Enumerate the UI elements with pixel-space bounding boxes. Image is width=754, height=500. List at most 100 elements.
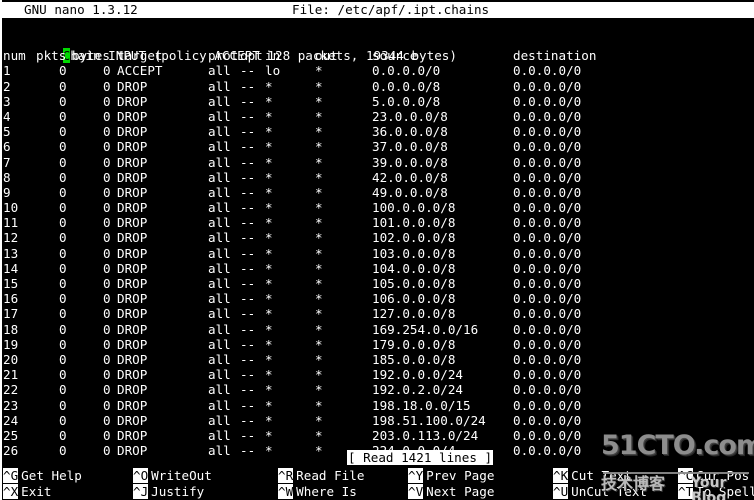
shortcut-cut-text[interactable]: ^K Cut Text: [553, 468, 632, 483]
rule-in: lo: [265, 63, 281, 79]
rule-in: *: [265, 397, 273, 413]
rule-pkts: 0: [59, 412, 67, 428]
rule-bytes: 0: [103, 230, 111, 246]
rule-pkts: 0: [59, 154, 67, 170]
rule-bytes: 0: [103, 93, 111, 109]
rule-row: 20 0 0 DROP all -- * * 185.0.0.0/8 0.0.0.0/0: [2, 352, 754, 367]
rule-target: DROP: [117, 412, 148, 428]
rule-destination: 0.0.0.0/0: [513, 230, 582, 246]
rule-num: 17: [3, 306, 19, 322]
rule-bytes: 0: [103, 78, 111, 94]
rule-prot: all: [208, 245, 231, 261]
shortcut-label: Justify: [151, 484, 205, 499]
rule-target: DROP: [117, 321, 148, 337]
rule-bytes: 0: [103, 108, 111, 124]
rule-bytes: 0: [103, 336, 111, 352]
rule-row: 1 0 0 ACCEPT all -- lo * 0.0.0.0/0 0.0.0.0/0: [2, 63, 754, 78]
rule-source: 5.0.0.0/8: [372, 93, 441, 109]
rule-bytes: 0: [103, 154, 111, 170]
shortcut-key: ^T: [678, 484, 694, 499]
rule-in: *: [265, 427, 273, 443]
rule-num: 13: [3, 245, 19, 261]
rule-bytes: 0: [103, 412, 111, 428]
column-header-in: in: [265, 48, 281, 64]
rule-row: 25 0 0 DROP all -- * * 203.0.113.0/24 0.0.0.0/0: [2, 428, 754, 443]
rule-row: 19 0 0 DROP all -- * * 179.0.0.0/8 0.0.0.0/0: [2, 337, 754, 352]
shortcut-to-spell[interactable]: ^T To Spell: [678, 484, 754, 499]
rule-destination: 0.0.0.0/0: [513, 291, 582, 307]
shortcut-key: ^V: [408, 484, 424, 499]
rule-opt: --: [240, 427, 256, 443]
rule-opt: --: [240, 139, 256, 155]
rule-pkts: 0: [59, 336, 67, 352]
shortcut-where-is[interactable]: ^W Where Is: [278, 484, 357, 499]
shortcut-next-page[interactable]: ^V Next Page: [408, 484, 494, 499]
shortcut-label: Where Is: [296, 484, 357, 499]
rule-in: *: [265, 78, 273, 94]
rule-in: *: [265, 108, 273, 124]
rule-in: *: [265, 443, 273, 459]
rule-pkts: 0: [59, 78, 67, 94]
rule-pkts: 0: [59, 306, 67, 322]
rule-prot: all: [208, 336, 231, 352]
rule-opt: --: [240, 382, 256, 398]
status-message: [ Read 1421 lines ]: [347, 450, 494, 465]
shortcut-key: ^R: [278, 468, 294, 483]
rule-num: 4: [3, 108, 11, 124]
rule-out: *: [315, 306, 323, 322]
column-header-source: source: [372, 48, 418, 64]
rule-opt: --: [240, 108, 256, 124]
rule-out: *: [315, 443, 323, 459]
rule-row: 24 0 0 DROP all -- * * 198.51.100.0/24 0.0.0.0/0: [2, 413, 754, 428]
rule-opt: --: [240, 412, 256, 428]
rule-row: 9 0 0 DROP all -- * * 49.0.0.0/8 0.0.0.0/0: [2, 185, 754, 200]
shortcut-justify[interactable]: ^J Justify: [133, 484, 204, 499]
rule-source: 100.0.0.0/8: [372, 200, 456, 216]
rule-destination: 0.0.0.0/0: [513, 124, 582, 140]
rule-in: *: [265, 124, 273, 140]
shortcut-uncut-text[interactable]: ^U UnCut Text: [553, 484, 647, 499]
rule-source: 37.0.0.0/8: [372, 139, 448, 155]
rule-destination: 0.0.0.0/0: [513, 336, 582, 352]
rule-prot: all: [208, 108, 231, 124]
shortcut-prev-page[interactable]: ^Y Prev Page: [408, 468, 494, 483]
rule-num: 23: [3, 397, 19, 413]
rule-out: *: [315, 93, 323, 109]
rule-pkts: 0: [59, 124, 67, 140]
rule-opt: --: [240, 443, 256, 459]
rule-pkts: 0: [59, 215, 67, 231]
rule-in: *: [265, 291, 273, 307]
rule-source: 169.254.0.0/16: [372, 321, 479, 337]
rule-destination: 0.0.0.0/0: [513, 351, 582, 367]
rule-pkts: 0: [59, 108, 67, 124]
rule-bytes: 0: [103, 139, 111, 155]
shortcut-writeout[interactable]: ^O WriteOut: [133, 468, 212, 483]
shortcut-read-file[interactable]: ^R Read File: [278, 468, 364, 483]
rule-prot: all: [208, 260, 231, 276]
rule-out: *: [315, 154, 323, 170]
shortcut-exit[interactable]: ^X Exit: [3, 484, 52, 499]
shortcut-label: Cur Pos: [696, 468, 750, 483]
rule-num: 1: [3, 63, 11, 79]
shortcut-cur-pos[interactable]: ^C Cur Pos: [678, 468, 749, 483]
rule-bytes: 0: [103, 397, 111, 413]
rule-destination: 0.0.0.0/0: [513, 276, 582, 291]
rule-target: DROP: [117, 230, 148, 246]
rule-opt: --: [240, 63, 256, 79]
rule-opt: --: [240, 184, 256, 200]
rule-target: ACCEPT: [117, 63, 163, 79]
rule-row: 23 0 0 DROP all -- * * 198.18.0.0/15 0.0.0.0/0: [2, 398, 754, 413]
rule-source: 0.0.0.0/8: [372, 78, 441, 94]
rule-pkts: 0: [59, 63, 67, 79]
rule-prot: all: [208, 139, 231, 155]
editor-text-area[interactable]: Chain INPUT (policy ACCEPT 128 packets, …: [2, 33, 754, 458]
rule-num: 8: [3, 169, 11, 185]
rule-destination: 0.0.0.0/0: [513, 382, 582, 398]
rule-num: 10: [3, 200, 19, 216]
rule-in: *: [265, 306, 273, 322]
shortcut-get-help[interactable]: ^G Get Help: [3, 468, 82, 483]
rule-num: 7: [3, 154, 11, 170]
rule-opt: --: [240, 230, 256, 246]
rule-out: *: [315, 397, 323, 413]
rule-out: *: [315, 382, 323, 398]
